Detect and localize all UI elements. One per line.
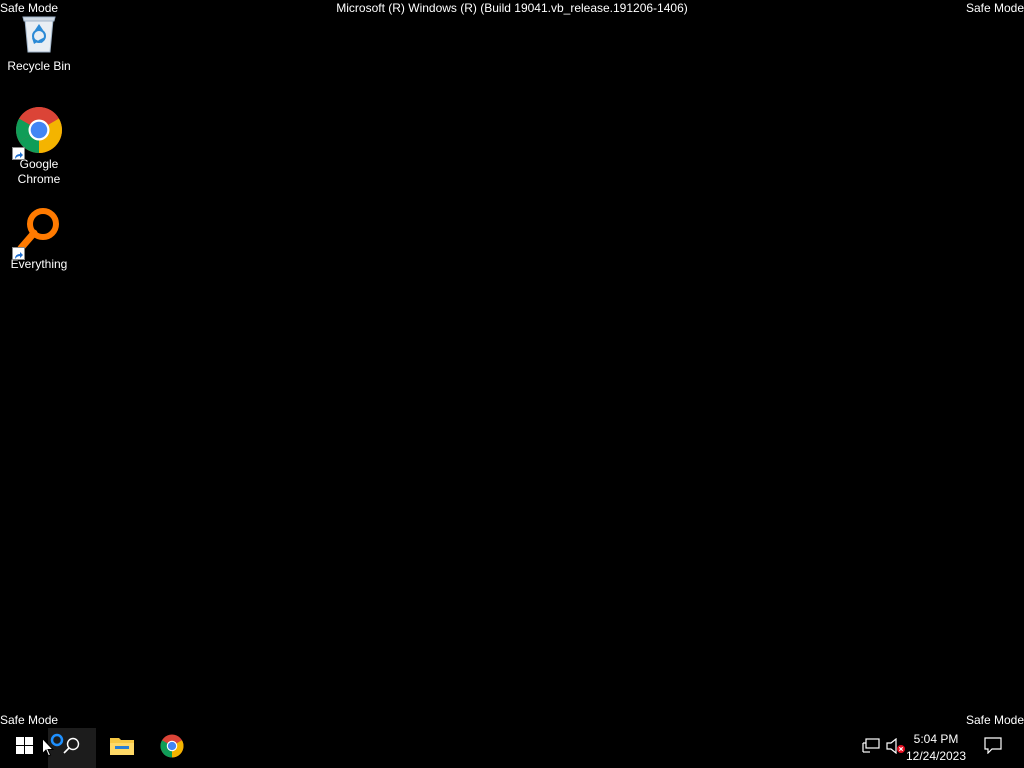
desktop-icon-label: Google Chrome xyxy=(17,157,61,186)
search-icon xyxy=(63,737,81,760)
shortcut-arrow-icon xyxy=(12,147,25,160)
start-button[interactable] xyxy=(0,728,48,768)
search-button[interactable] xyxy=(48,728,96,768)
chrome-icon xyxy=(12,106,63,160)
safe-mode-label-bottom-right: Safe Mode xyxy=(965,713,1024,727)
desktop-icon-recycle-bin[interactable]: Recycle Bin xyxy=(4,8,74,74)
recycle-bin-icon xyxy=(15,8,63,56)
everything-icon xyxy=(12,206,63,260)
mouse-cursor-icon xyxy=(42,737,55,762)
taskbar-chrome[interactable] xyxy=(148,728,196,768)
desktop-icon-google-chrome[interactable]: Google Chrome xyxy=(4,106,74,187)
file-explorer-icon xyxy=(110,736,134,761)
action-center-button[interactable] xyxy=(978,728,1008,768)
desktop-icon-label: Recycle Bin xyxy=(7,59,71,73)
shortcut-arrow-icon xyxy=(12,247,25,260)
chrome-icon xyxy=(160,734,184,763)
taskbar-file-explorer[interactable] xyxy=(98,728,146,768)
network-icon xyxy=(862,737,880,759)
safe-mode-label-top-right: Safe Mode xyxy=(965,1,1024,15)
safe-mode-label-bottom-left: Safe Mode xyxy=(0,713,59,727)
build-watermark: Microsoft (R) Windows (R) (Build 19041.v… xyxy=(336,1,688,15)
taskbar: 5:04 PM 12/24/2023 xyxy=(0,728,1024,768)
action-center-icon xyxy=(984,737,1002,759)
clock-time: 5:04 PM xyxy=(913,732,959,746)
desktop-icon-everything[interactable]: Everything xyxy=(4,206,74,272)
clock-date: 12/24/2023 xyxy=(905,749,967,763)
windows-logo-icon xyxy=(15,737,33,759)
tray-network[interactable] xyxy=(858,728,884,768)
tray-clock[interactable]: 5:04 PM 12/24/2023 xyxy=(901,731,971,765)
